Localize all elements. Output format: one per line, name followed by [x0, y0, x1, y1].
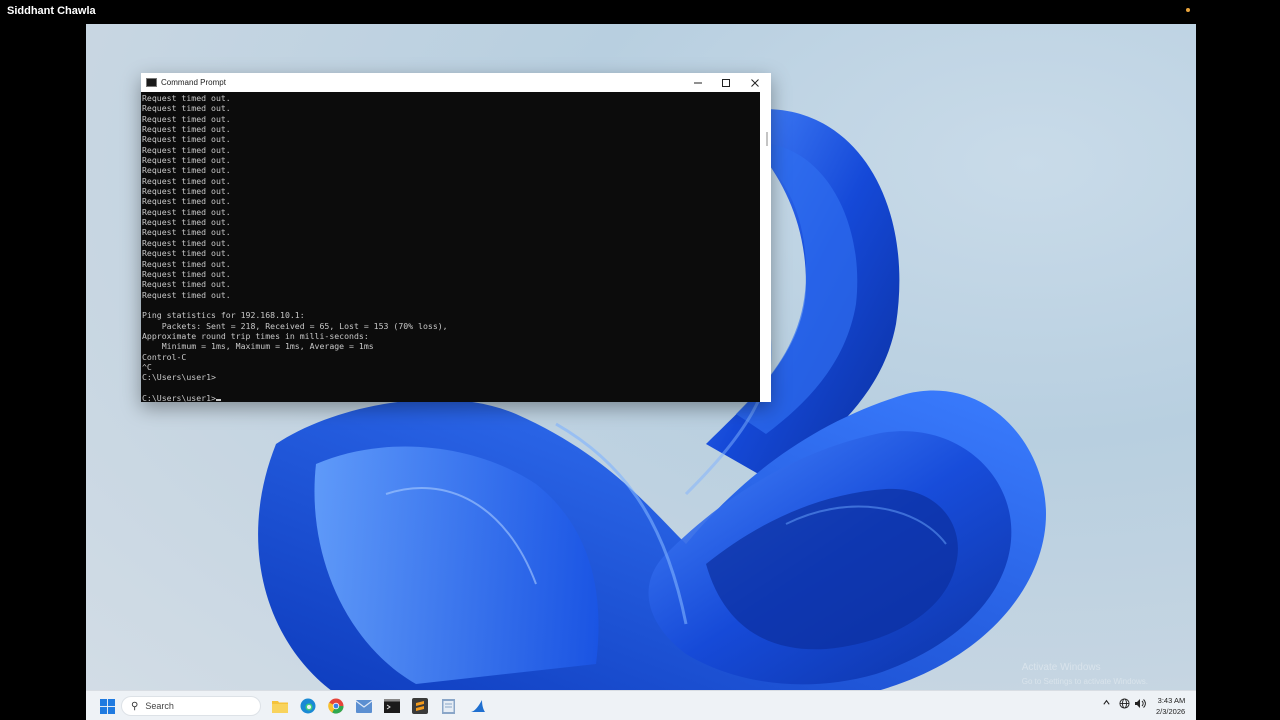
minimize-icon	[694, 82, 702, 83]
close-button[interactable]	[741, 73, 769, 92]
search-icon: ⚲	[131, 700, 139, 712]
file-explorer-icon	[272, 701, 288, 713]
taskbar-mail[interactable]	[355, 697, 373, 715]
console-line: Request timed out.	[142, 227, 231, 238]
taskbar-search[interactable]: ⚲ Search	[121, 696, 261, 716]
command-prompt-window[interactable]: Command Prompt Request timed out. Request…	[141, 73, 771, 402]
edge-icon	[300, 698, 316, 714]
cmd-icon	[146, 78, 157, 87]
volume-icon	[1135, 699, 1146, 708]
console-line: Request timed out.	[142, 289, 231, 300]
watermark-subtitle: Go to Settings to activate Windows.	[1021, 677, 1148, 686]
console-line: Request timed out.	[142, 93, 231, 103]
clock-time: 3:43 AM	[1157, 696, 1186, 705]
text-cursor	[215, 398, 221, 401]
network-icon	[1119, 698, 1130, 709]
tray-overflow-button[interactable]	[1102, 698, 1111, 709]
console-line: Request timed out.	[142, 196, 231, 207]
taskbar-file-explorer[interactable]	[271, 697, 289, 715]
taskbar: ⚲ Search 3:43 AM 2/3/2026	[86, 690, 1196, 720]
activation-watermark: Activate Windows Go to Settings to activ…	[1022, 662, 1148, 686]
console-line: Packets: Sent = 218, Received = 65, Lost…	[142, 320, 448, 331]
maximize-icon	[722, 78, 730, 87]
console-line: Approximate round trip times in milli-se…	[142, 330, 369, 341]
console-line: Request timed out.	[142, 134, 231, 145]
taskbar-wireshark[interactable]	[469, 697, 487, 715]
maximize-button[interactable]	[712, 73, 740, 92]
console-line: Request timed out.	[142, 165, 231, 176]
taskbar-terminal[interactable]	[383, 697, 401, 715]
console-line: C:\Users\user1>	[142, 372, 216, 383]
console-line: Ping statistics for 192.168.10.1:	[142, 310, 305, 321]
console-line: Request timed out.	[142, 144, 231, 155]
console-line: Request timed out.	[142, 268, 231, 279]
taskbar-edge[interactable]	[299, 697, 317, 715]
taskbar-notepad[interactable]	[439, 697, 457, 715]
wireshark-icon	[471, 700, 485, 712]
start-button[interactable]	[98, 697, 116, 715]
scrollbar-thumb[interactable]	[766, 132, 768, 146]
console-scrollbar[interactable]	[760, 92, 771, 402]
console-prompt[interactable]: C:\Users\user1>	[142, 393, 760, 402]
taskbar-chrome[interactable]	[327, 697, 345, 715]
window-titlebar[interactable]: Command Prompt	[141, 73, 771, 92]
console-line: Minimum = 1ms, Maximum = 1ms, Average = …	[142, 341, 374, 352]
mail-icon	[356, 699, 372, 713]
console-line: Request timed out.	[142, 155, 231, 166]
console-line: Request timed out.	[142, 258, 231, 269]
minimize-button[interactable]	[684, 73, 712, 92]
console-output[interactable]: Request timed out. Request timed out. Requ…	[141, 93, 760, 402]
close-icon	[751, 78, 759, 87]
notepad-icon	[441, 699, 455, 714]
prompt-text: C:\Users\user1>	[142, 392, 216, 402]
taskbar-sublime[interactable]	[411, 697, 429, 715]
chevron-up-icon	[1103, 699, 1110, 705]
console-line: Request timed out.	[142, 217, 231, 228]
console-line: Request timed out.	[142, 206, 231, 217]
console-line: ^C	[142, 361, 152, 372]
console-line: Control-C	[142, 351, 187, 362]
clock-date: 2/3/2026	[1156, 707, 1186, 716]
tray-volume[interactable]	[1134, 698, 1146, 711]
console-line: Request timed out.	[142, 186, 231, 197]
terminal-icon	[384, 699, 400, 713]
console-line: Request timed out.	[142, 113, 231, 124]
recording-indicator	[1186, 8, 1190, 12]
watermark-title: Activate Windows	[1021, 662, 1101, 673]
taskbar-clock[interactable]: 3:43 AM 2/3/2026	[1156, 695, 1185, 717]
chrome-icon	[328, 698, 344, 714]
presenter-name: Siddhant Chawla	[7, 5, 96, 17]
console-line: Request timed out.	[142, 237, 231, 248]
console-line: Request timed out.	[142, 279, 231, 290]
console-line: Request timed out.	[142, 103, 231, 114]
sublime-text-icon	[412, 698, 428, 714]
console-line: Request timed out.	[142, 248, 231, 259]
windows-start-icon	[99, 698, 115, 714]
console-line: Request timed out.	[142, 175, 231, 186]
tray-network[interactable]	[1119, 698, 1130, 711]
window-title: Command Prompt	[161, 78, 226, 87]
search-placeholder: Search	[145, 701, 174, 711]
console-line: Request timed out.	[142, 124, 231, 135]
